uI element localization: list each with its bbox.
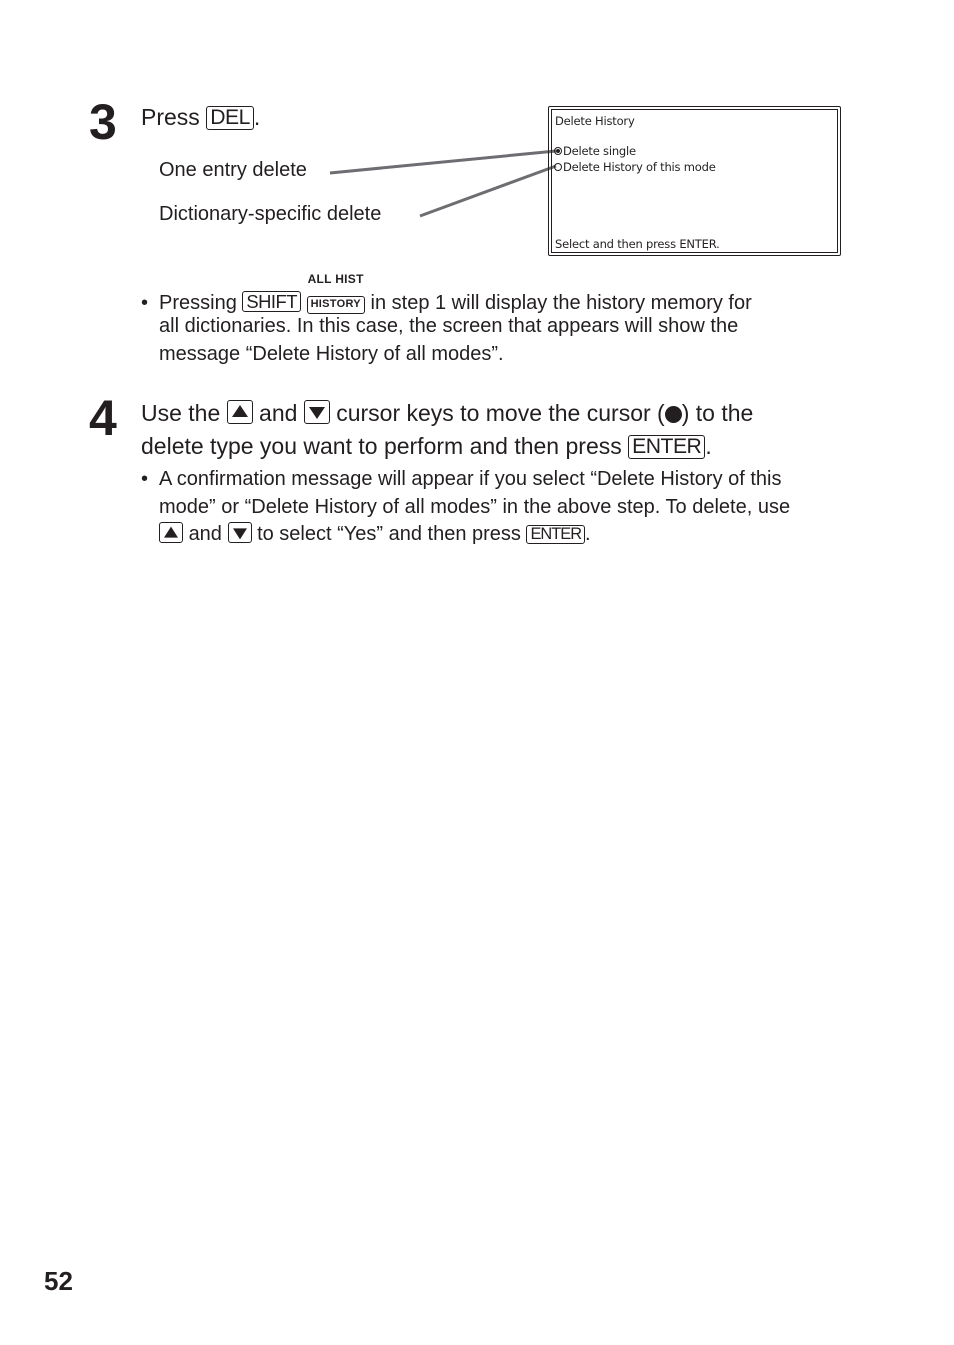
device-screen-inner: Delete History Delete single Delete Hist…: [551, 109, 838, 253]
option-label: Delete History of this mode: [563, 160, 716, 174]
history-key-shift-label: ALL HIST: [307, 272, 364, 286]
note-text: in step 1 will display the history memor…: [370, 292, 752, 314]
enter-key: ENTER: [526, 525, 586, 545]
leader-line-one-entry: [329, 149, 557, 175]
note-text: A confirmation message will appear if yo…: [159, 468, 782, 490]
screen-option-delete-single: Delete single: [554, 144, 636, 158]
text: and: [259, 400, 298, 426]
step4-instruction-line2: delete type you want to perform and then…: [141, 430, 712, 463]
radio-unselected-icon: [554, 163, 562, 171]
note-prefix: Pressing: [159, 292, 237, 314]
step4-note-line2: mode” or “Delete History of all modes” i…: [159, 496, 791, 518]
step3-note-line3: message “Delete History of all modes”.: [159, 343, 504, 365]
text: Use the: [141, 400, 221, 426]
option-label: Delete single: [563, 144, 636, 158]
screen-option-delete-history-mode: Delete History of this mode: [554, 160, 716, 174]
up-arrow-key: [226, 400, 253, 424]
enter-key: ENTER: [628, 435, 706, 460]
up-arrow-icon: [231, 405, 248, 418]
screen-footer: Select and then press ENTER.: [555, 237, 720, 251]
down-arrow-icon: [232, 527, 247, 539]
down-arrow-icon: [308, 406, 325, 419]
step3-note-line2: all dictionaries. In this case, the scre…: [159, 315, 739, 337]
step4-note-line3: and to select “Yes” and then press ENTER…: [159, 520, 591, 548]
step4-instruction-line1: Use the and cursor keys to move the curs…: [141, 397, 753, 430]
down-arrow-key: [227, 522, 252, 543]
text: and: [188, 523, 222, 545]
step-number-4: 4: [89, 390, 117, 446]
screen-title: Delete History: [555, 114, 635, 128]
up-arrow-key: [159, 522, 183, 543]
step4-note-line1: • A confirmation message will appear if y…: [141, 465, 782, 493]
cursor-dot-icon: [664, 406, 682, 423]
down-arrow-key: [303, 400, 330, 424]
text: to select “Yes” and then press: [257, 523, 521, 545]
bullet: •: [141, 468, 149, 490]
shift-key: SHIFT: [242, 291, 301, 313]
history-key-label: HISTORY: [306, 296, 365, 314]
radio-selected-icon: [554, 147, 562, 155]
period: .: [705, 433, 712, 459]
period: .: [585, 523, 591, 545]
up-arrow-icon: [164, 526, 178, 538]
device-screen: Delete History Delete single Delete Hist…: [548, 106, 841, 256]
bullet: •: [141, 292, 149, 314]
leader-line-dictionary: [419, 164, 557, 218]
text: ) to the: [681, 400, 754, 426]
page-number: 52: [44, 1266, 73, 1296]
text: delete type you want to perform and then…: [141, 433, 622, 459]
text: cursor keys to move the cursor (: [336, 400, 665, 426]
